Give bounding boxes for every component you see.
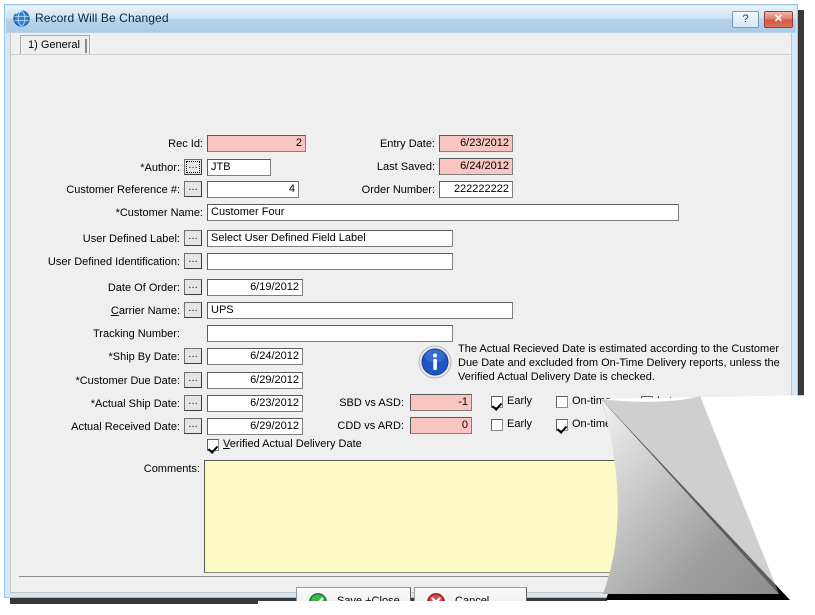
browse-button-customer-reference[interactable]: … xyxy=(184,181,202,197)
label-customer-due-date: *Customer Due Date: xyxy=(51,375,180,387)
checkbox-cdd-ontime[interactable] xyxy=(556,419,568,431)
label-user-defined-identification: User Defined Identification: xyxy=(31,256,180,268)
label-verified-rest: erified Actual Delivery Date xyxy=(230,438,362,450)
label-author: *Author: xyxy=(71,162,180,174)
globe-icon xyxy=(13,10,30,27)
close-button[interactable]: ✕ xyxy=(764,11,793,28)
label-carrier-name: Carrier Name: xyxy=(71,305,180,317)
label-sbd-ontime[interactable]: On-time xyxy=(572,395,611,407)
field-comments[interactable] xyxy=(204,460,628,573)
checkbox-sbd-late[interactable] xyxy=(641,396,653,408)
label-sbd-late[interactable]: Late xyxy=(657,395,678,407)
label-sbd-vs-asd: SBD vs ASD: xyxy=(291,397,404,409)
field-customer-name[interactable]: Customer Four xyxy=(207,204,679,221)
info-text-line-1: The Actual Recieved Date is estimated ac… xyxy=(458,343,779,355)
checkbox-verified-actual-delivery-date[interactable] xyxy=(207,439,219,451)
browse-button-carrier-name[interactable]: … xyxy=(184,302,202,318)
label-sbd-early[interactable]: Early xyxy=(507,395,532,407)
label-actual-received-date: Actual Received Date: xyxy=(51,421,180,433)
save-close-button[interactable]: Save +Close xyxy=(296,587,411,615)
label-cdd-late[interactable]: Late xyxy=(657,418,678,430)
browse-button-actual-ship-date[interactable]: … xyxy=(184,395,202,411)
field-order-number[interactable]: 222222222 xyxy=(439,181,513,198)
browse-button-user-defined-identification[interactable]: … xyxy=(184,253,202,269)
field-carrier-name[interactable]: UPS xyxy=(207,302,513,319)
field-user-defined-identification[interactable] xyxy=(207,253,453,270)
label-customer-reference: Customer Reference #: xyxy=(51,184,180,196)
checkbox-cdd-early[interactable] xyxy=(491,419,503,431)
client-area: 1) General Rec Id: 2 *Author: … JTB Cust… xyxy=(10,33,792,593)
label-cdd-early[interactable]: Early xyxy=(507,418,532,430)
label-order-number: Order Number: xyxy=(311,184,435,196)
label-last-saved: Last Saved: xyxy=(311,161,435,173)
red-x-icon xyxy=(427,593,445,611)
checkbox-sbd-ontime[interactable] xyxy=(556,396,568,408)
browse-button-user-defined-label[interactable]: … xyxy=(184,230,202,246)
label-tracking-number: Tracking Number: xyxy=(71,328,180,340)
browse-button-actual-received-date[interactable]: … xyxy=(184,418,202,434)
field-entry-date[interactable]: 6/23/2012 xyxy=(439,135,513,152)
green-check-icon xyxy=(309,593,327,611)
label-comments: Comments: xyxy=(91,463,200,475)
browse-button-author[interactable]: … xyxy=(184,159,202,175)
label-verified-actual-delivery-date[interactable]: Verified Actual Delivery Date xyxy=(223,438,362,450)
checkbox-cdd-late[interactable] xyxy=(641,419,653,431)
field-date-of-order[interactable]: 6/19/2012 xyxy=(207,279,303,296)
label-cdd-vs-ard: CDD vs ARD: xyxy=(291,420,404,432)
field-actual-received-date[interactable]: 6/29/2012 xyxy=(207,418,303,435)
label-actual-ship-date: *Actual Ship Date: xyxy=(61,398,180,410)
title-bar: Record Will Be Changed ? ✕ xyxy=(6,6,796,33)
label-user-defined-label: User Defined Label: xyxy=(51,233,180,245)
form-panel: Rec Id: 2 *Author: … JTB Customer Refere… xyxy=(11,55,791,551)
field-tracking-number[interactable] xyxy=(207,325,453,342)
field-customer-reference[interactable]: 4 xyxy=(207,181,299,198)
label-ship-by-date: *Ship By Date: xyxy=(71,351,180,363)
browse-button-date-of-order[interactable]: … xyxy=(184,279,202,295)
save-close-label-rest: ave +Close xyxy=(344,595,399,607)
browse-button-customer-due-date[interactable]: … xyxy=(184,372,202,388)
window-title: Record Will Be Changed xyxy=(35,11,169,25)
field-sbd-vs-asd[interactable]: -1 xyxy=(410,394,472,411)
footer-separator xyxy=(19,576,785,577)
browse-button-ship-by-date[interactable]: … xyxy=(184,348,202,364)
label-cdd-ontime[interactable]: On-time xyxy=(572,418,611,430)
field-author[interactable]: JTB xyxy=(207,159,271,176)
help-button[interactable]: ? xyxy=(732,11,759,28)
cancel-button[interactable]: Cancel xyxy=(414,587,527,615)
info-text-line-3: Verified Actual Delivery Date is checked… xyxy=(458,371,655,383)
field-last-saved[interactable]: 6/24/2012 xyxy=(439,158,513,175)
field-cdd-vs-ard[interactable]: 0 xyxy=(410,417,472,434)
info-text-line-2: Due Date and excluded from On-Time Deliv… xyxy=(458,357,780,369)
label-rec-id: Rec Id: xyxy=(71,138,203,150)
dialog-window: Record Will Be Changed ? ✕ 1) General Re… xyxy=(4,4,798,598)
field-customer-due-date[interactable]: 6/29/2012 xyxy=(207,372,303,389)
field-rec-id[interactable]: 2 xyxy=(207,135,306,152)
tab-strip: 1) General xyxy=(11,33,791,55)
label-carrier-name-rest: arrier Name: xyxy=(119,305,180,317)
checkbox-sbd-early[interactable] xyxy=(491,396,503,408)
tab-general[interactable]: 1) General xyxy=(20,35,90,55)
label-customer-name: *Customer Name: xyxy=(71,207,203,219)
field-ship-by-date[interactable]: 6/24/2012 xyxy=(207,348,303,365)
label-date-of-order: Date Of Order: xyxy=(71,282,180,294)
info-icon xyxy=(418,345,452,379)
field-user-defined-label[interactable]: Select User Defined Field Label xyxy=(207,230,453,247)
field-actual-ship-date[interactable]: 6/23/2012 xyxy=(207,395,303,412)
save-close-label: Save +Close xyxy=(337,595,400,607)
cancel-label-rest: ancel xyxy=(463,595,489,607)
label-entry-date: Entry Date: xyxy=(311,138,435,150)
cancel-label: Cancel xyxy=(455,595,489,607)
